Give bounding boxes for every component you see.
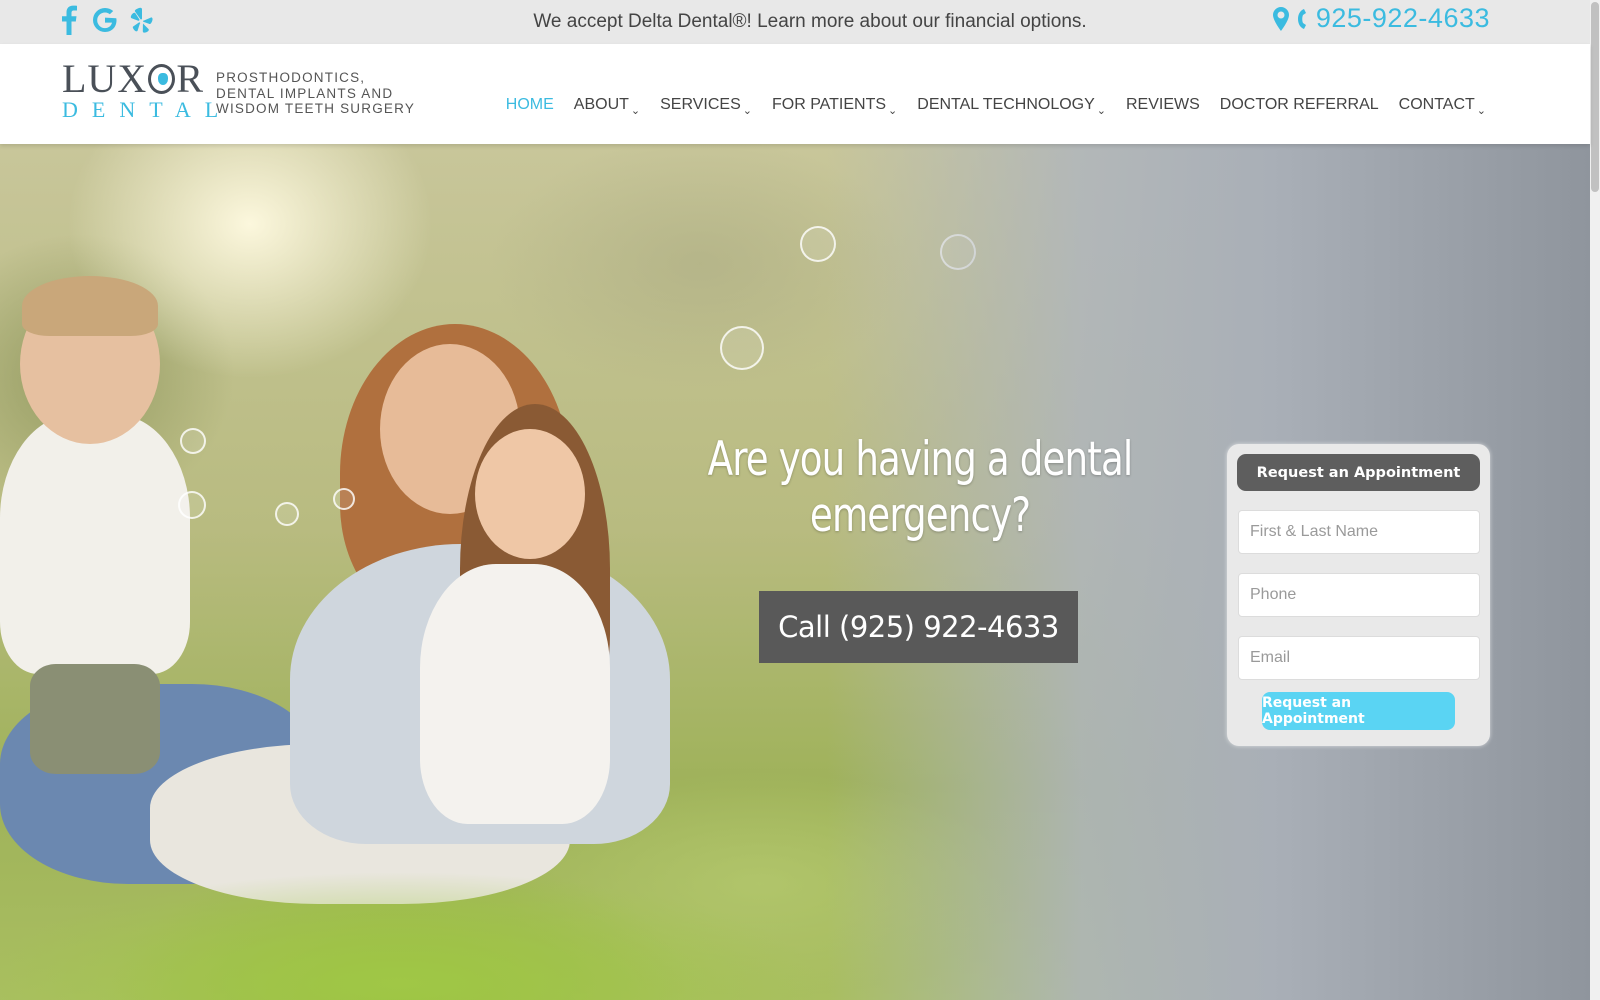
chevron-down-icon: ⌄ <box>1476 105 1486 117</box>
top-bar: We accept Delta Dental®! Learn more abou… <box>0 0 1590 44</box>
tagline-line-2: Dental Implants and <box>216 85 394 101</box>
page-scrollbar[interactable] <box>1590 0 1600 1000</box>
map-pin-icon[interactable] <box>1272 6 1290 32</box>
top-phone-number[interactable]: 925-922-4633 <box>1316 3 1490 34</box>
email-input[interactable] <box>1238 636 1480 680</box>
nav-contact[interactable]: CONTACT ⌄ <box>1399 96 1486 117</box>
site-header: LUX R DENTAL Prosthodontics, Dental Impl… <box>0 44 1590 144</box>
nav-about-label[interactable]: ABOUT <box>574 96 629 114</box>
nav-home[interactable]: HOME <box>506 96 554 114</box>
nav-doctor-referral[interactable]: DOCTOR REFERRAL <box>1220 96 1379 114</box>
hero-headline-line-2: emergency? <box>809 488 1031 543</box>
nav-home-label[interactable]: HOME <box>506 96 554 114</box>
tagline-line-1: Prosthodontics, <box>216 70 366 85</box>
nav-services[interactable]: SERVICES ⌄ <box>660 96 752 117</box>
nav-doctor-referral-label[interactable]: DOCTOR REFERRAL <box>1220 96 1379 114</box>
request-appointment-button[interactable]: Request an Appointment <box>1262 692 1455 730</box>
nav-about[interactable]: ABOUT ⌄ <box>574 96 641 117</box>
tooth-icon <box>148 64 176 94</box>
nav-for-patients[interactable]: FOR PATIENTS ⌄ <box>772 96 898 117</box>
chevron-down-icon: ⌄ <box>630 105 641 117</box>
logo-dental-text: DENTAL <box>62 97 233 122</box>
appointment-form-title: Request an Appointment <box>1237 454 1480 491</box>
hero-headline-line-1: Are you having a dental <box>707 432 1134 487</box>
tagline-line-3: Wisdom Teeth Surgery <box>216 101 416 116</box>
phone-icon <box>1296 7 1310 31</box>
nav-dental-technology[interactable]: DENTAL TECHNOLOGY ⌄ <box>917 96 1106 117</box>
name-input[interactable] <box>1238 510 1480 554</box>
logo-tagline: Prosthodontics, Dental Implants and Wisd… <box>216 70 415 117</box>
nav-for-patients-label[interactable]: FOR PATIENTS <box>772 96 886 114</box>
hero-headline: Are you having a dental emergency? <box>691 432 1149 544</box>
nav-services-label[interactable]: SERVICES <box>660 96 741 114</box>
call-button[interactable]: Call (925) 922-4633 <box>759 591 1078 663</box>
chevron-down-icon: ⌄ <box>1096 105 1106 117</box>
phone-input[interactable] <box>1238 573 1480 617</box>
hero-section: Are you having a dental emergency? Call … <box>0 144 1590 1000</box>
appointment-form: Request an Appointment Request an Appoin… <box>1227 444 1490 746</box>
chevron-down-icon: ⌄ <box>742 105 752 117</box>
logo[interactable]: LUX R DENTAL Prosthodontics, Dental Impl… <box>62 56 415 122</box>
logo-lux-text: LUX <box>62 56 148 101</box>
logo-r-text: R <box>176 56 204 101</box>
logo-luxor: LUX R <box>62 56 204 101</box>
main-nav: HOME ABOUT ⌄ SERVICES ⌄ FOR PATIENTS ⌄ DENT… <box>506 96 1486 117</box>
chevron-down-icon: ⌄ <box>888 105 898 117</box>
top-contact: 925-922-4633 <box>1272 3 1490 34</box>
nav-contact-label[interactable]: CONTACT <box>1399 96 1475 114</box>
nav-reviews-label[interactable]: REVIEWS <box>1126 96 1200 114</box>
logo-wordmark: LUX R DENTAL <box>62 56 233 122</box>
nav-reviews[interactable]: REVIEWS <box>1126 96 1200 114</box>
scrollbar-thumb[interactable] <box>1591 2 1599 192</box>
insurance-notice-text[interactable]: We accept Delta Dental®! Learn more abou… <box>533 11 1086 33</box>
nav-dental-technology-label[interactable]: DENTAL TECHNOLOGY <box>917 96 1095 114</box>
